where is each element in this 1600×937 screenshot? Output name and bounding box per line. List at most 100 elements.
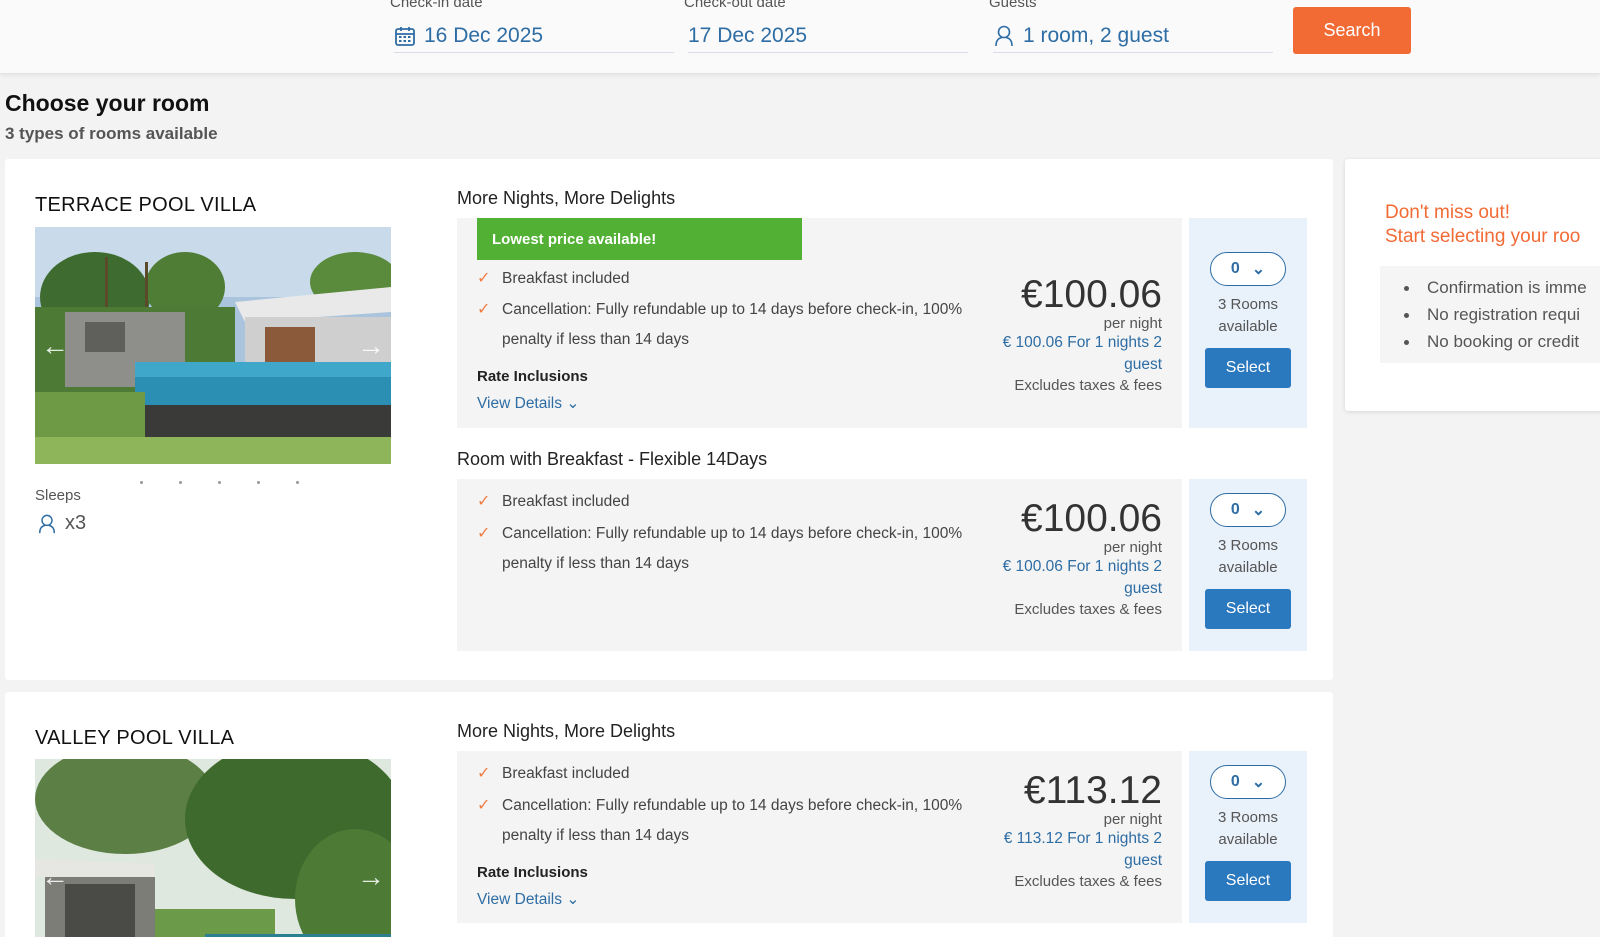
page-title: Choose your room (5, 90, 210, 116)
villa-photo-image (35, 227, 391, 464)
carousel-prev-arrow-icon[interactable]: ← (41, 861, 69, 893)
carousel-dot[interactable] (296, 481, 299, 484)
checkin-input[interactable]: 16 Dec 2025 (394, 20, 674, 53)
feature-text: Breakfast included (502, 270, 630, 287)
per-night-label: per night (1103, 811, 1162, 828)
checkin-value: 16 Dec 2025 (424, 24, 544, 47)
carousel-dot[interactable] (257, 481, 260, 484)
room-card-valley-pool-villa: VALLEY POOL VILLA ← → More Nights, More … (5, 692, 1333, 937)
feature-text: Cancellation: Fully refundable up to 14 … (502, 797, 963, 844)
rate-details: Lowest price available! ✓ Breakfast incl… (457, 218, 1182, 428)
guests-label: Guests (989, 0, 1037, 11)
room-selector: 0 ⌄ 3 Rooms available Select (1189, 218, 1307, 428)
view-details-text: View Details (477, 395, 563, 412)
rate-details: ✓ Breakfast included ✓ Cancellation: Ful… (457, 479, 1182, 651)
rate-details: ✓ Breakfast included ✓ Cancellation: Ful… (457, 751, 1182, 923)
quantity-dropdown[interactable]: 0 ⌄ (1210, 493, 1286, 527)
excludes-taxes: Excludes taxes & fees (1014, 873, 1162, 890)
room-photo: ← → (35, 759, 391, 937)
benefit-item: No registration requi (1400, 301, 1600, 328)
quantity-value: 0 (1230, 501, 1240, 518)
check-icon: ✓ (477, 270, 491, 287)
carousel-next-arrow-icon[interactable]: → (357, 861, 385, 893)
excludes-taxes: Excludes taxes & fees (1014, 377, 1162, 394)
view-details-link[interactable]: View Details ⌄ (477, 890, 579, 909)
price-for-nights: € 100.06 For 1 nights 2 guest (1002, 334, 1162, 373)
search-bar: Check-in date 16 Dec 2025 Check-out date… (0, 0, 1600, 74)
excludes-taxes: Excludes taxes & fees (1014, 601, 1162, 618)
feature-text: Cancellation: Fully refundable up to 14 … (502, 525, 963, 572)
chevron-down-icon: ⌄ (566, 395, 580, 412)
view-details-link[interactable]: View Details ⌄ (477, 394, 579, 413)
room-selector: 0 ⌄ 3 Rooms available Select (1189, 479, 1307, 651)
quantity-dropdown[interactable]: 0 ⌄ (1210, 252, 1286, 286)
price: €100.06 (1021, 497, 1162, 540)
calendar-icon (395, 27, 415, 46)
check-icon: ✓ (477, 493, 491, 510)
price: €113.12 (1023, 769, 1162, 812)
checkout-input[interactable]: 17 Dec 2025 (688, 20, 968, 53)
check-icon: ✓ (477, 765, 491, 782)
feature-item: ✓ Cancellation: Fully refundable up to 1… (477, 519, 987, 579)
price-block: €100.06 per night € 100.06 For 1 nights … (1002, 497, 1162, 618)
check-icon: ✓ (477, 525, 491, 542)
availability-text: 3 Rooms available (1217, 537, 1279, 576)
room-name: TERRACE POOL VILLA (35, 194, 257, 216)
benefits-list: Confirmation is imme No registration req… (1380, 266, 1600, 363)
checkout-value: 17 Dec 2025 (688, 24, 808, 47)
select-button[interactable]: Select (1205, 589, 1291, 629)
chevron-down-icon: ⌄ (1251, 502, 1266, 519)
carousel-prev-arrow-icon[interactable]: ← (41, 330, 69, 362)
page-subtitle: 3 types of rooms available (5, 124, 218, 143)
search-button[interactable]: Search (1293, 7, 1411, 54)
feature-text: Breakfast included (502, 765, 630, 782)
sleeps-value: x3 (37, 512, 86, 535)
lowest-price-badge: Lowest price available! (477, 218, 802, 260)
price-for-nights: € 113.12 For 1 nights 2 guest (1003, 830, 1162, 869)
person-icon (39, 514, 55, 533)
rate-inclusions-label: Rate Inclusions (477, 864, 588, 881)
person-icon (995, 25, 1013, 47)
check-icon: ✓ (477, 797, 491, 814)
carousel-dots (140, 481, 299, 484)
checkin-label: Check-in date (390, 0, 483, 11)
room-selector: 0 ⌄ 3 Rooms available Select (1189, 751, 1307, 923)
feature-text: Cancellation: Fully refundable up to 14 … (502, 301, 963, 348)
carousel-next-arrow-icon[interactable]: → (357, 330, 385, 362)
select-button[interactable]: Select (1205, 861, 1291, 901)
feature-text: Breakfast included (502, 493, 630, 510)
guests-input[interactable]: 1 room, 2 guest (993, 20, 1273, 53)
check-icon: ✓ (477, 301, 491, 318)
chevron-down-icon: ⌄ (1251, 261, 1266, 278)
quantity-dropdown[interactable]: 0 ⌄ (1210, 765, 1286, 799)
select-button[interactable]: Select (1205, 348, 1291, 388)
price-block: €100.06 per night € 100.06 For 1 nights … (1002, 273, 1162, 394)
carousel-dot[interactable] (179, 481, 182, 484)
sleeps-label: Sleeps (35, 487, 81, 504)
benefit-item: No booking or credit (1400, 328, 1600, 355)
quantity-value: 0 (1230, 773, 1240, 790)
view-details-text: View Details (477, 891, 563, 908)
carousel-dot[interactable] (218, 481, 221, 484)
rate-inclusions-label: Rate Inclusions (477, 368, 588, 385)
feature-item: ✓ Cancellation: Fully refundable up to 1… (477, 791, 987, 851)
room-name: VALLEY POOL VILLA (35, 727, 235, 749)
availability-text: 3 Rooms available (1217, 296, 1279, 335)
booking-benefits-panel: Don't miss out! Start selecting your roo… (1345, 159, 1600, 411)
feature-item: ✓ Breakfast included (477, 264, 987, 294)
chevron-down-icon: ⌄ (1251, 774, 1266, 791)
per-night-label: per night (1103, 539, 1162, 556)
carousel-dot[interactable] (140, 481, 143, 484)
feature-item: ✓ Breakfast included (477, 487, 987, 517)
chevron-down-icon: ⌄ (566, 891, 580, 908)
price: €100.06 (1021, 273, 1162, 316)
side-heading-line-1: Don't miss out! (1385, 202, 1511, 223)
side-heading: Don't miss out! Start selecting your roo (1385, 201, 1580, 249)
price-block: €113.12 per night € 113.12 For 1 nights … (987, 769, 1162, 890)
rate-title: Room with Breakfast - Flexible 14Days (457, 449, 768, 469)
rate-title: More Nights, More Delights (457, 721, 676, 741)
rate-title: More Nights, More Delights (457, 188, 676, 208)
villa-photo-image (35, 759, 391, 937)
side-heading-line-2: Start selecting your roo (1385, 226, 1581, 247)
feature-item: ✓ Cancellation: Fully refundable up to 1… (477, 295, 987, 355)
